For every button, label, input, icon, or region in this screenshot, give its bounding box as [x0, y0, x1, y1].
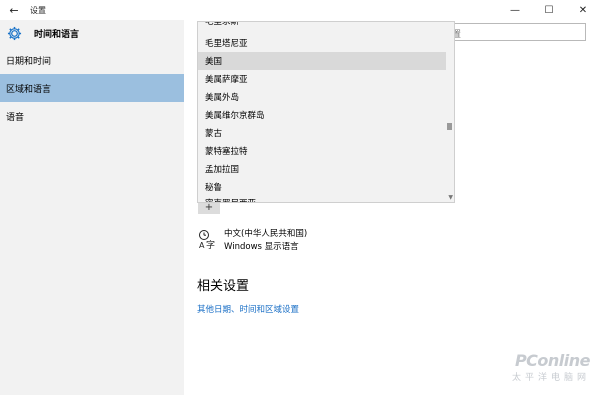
- gear-icon: [6, 25, 22, 41]
- dropdown-option-selected[interactable]: 美国: [198, 52, 446, 70]
- dropdown-option[interactable]: 蒙特塞拉特: [198, 142, 446, 160]
- language-name[interactable]: 中文(中华人民共和国): [224, 227, 307, 239]
- dropdown-option[interactable]: 毛里塔尼亚: [198, 34, 446, 52]
- sidebar: 时间和语言 日期和时间 区域和语言 语音: [0, 20, 184, 395]
- related-settings-heading: 相关设置: [197, 279, 250, 294]
- sidebar-item-date-time[interactable]: 日期和时间: [0, 46, 184, 74]
- dropdown-option[interactable]: 蒙古: [198, 124, 446, 142]
- sidebar-item-region-language[interactable]: 区域和语言: [0, 74, 184, 102]
- related-settings-link[interactable]: 其他日期、时间和区域设置: [197, 303, 299, 315]
- sidebar-nav: 日期和时间 区域和语言 语音: [0, 46, 184, 130]
- sidebar-item-speech[interactable]: 语音: [0, 102, 184, 130]
- dropdown-option[interactable]: 美属萨摩亚: [198, 70, 446, 88]
- minimize-button[interactable]: —: [498, 0, 532, 20]
- language-subtitle: Windows 显示语言: [224, 242, 299, 252]
- dropdown-option[interactable]: 美属外岛: [198, 88, 446, 106]
- dropdown-option[interactable]: 孟加拉国: [198, 160, 446, 178]
- maximize-button[interactable]: ☐: [532, 0, 566, 20]
- window-title: 设置: [30, 5, 46, 15]
- watermark: PConline 太平洋电脑网: [511, 351, 591, 383]
- dropdown-option[interactable]: 美属维尔京群岛: [198, 106, 446, 124]
- watermark-logo: PConline: [514, 351, 591, 370]
- svg-text:A: A: [199, 241, 205, 249]
- dropdown-option[interactable]: 密克罗尼西亚: [198, 194, 446, 202]
- country-dropdown-list[interactable]: 毛里求斯 毛里塔尼亚 美国 美属萨摩亚 美属外岛 美属维尔京群岛 蒙古 蒙特塞拉…: [197, 21, 455, 203]
- sidebar-title: 时间和语言: [34, 29, 80, 40]
- scroll-down-arrow-icon[interactable]: ▼: [448, 194, 453, 201]
- language-icon: A 字: [198, 229, 218, 251]
- back-arrow-icon[interactable]: ←: [0, 0, 28, 20]
- window-controls: — ☐ ✕: [498, 0, 600, 20]
- dropdown-scrollbar-thumb[interactable]: [447, 123, 452, 130]
- dropdown-option[interactable]: 毛里求斯: [198, 22, 446, 30]
- close-button[interactable]: ✕: [566, 0, 600, 20]
- title-bar: ← 设置 — ☐ ✕: [0, 0, 600, 20]
- svg-text:字: 字: [206, 239, 215, 249]
- sidebar-header: 时间和语言: [0, 20, 184, 46]
- dropdown-scrollbar[interactable]: [447, 26, 453, 202]
- watermark-subtitle: 太平洋电脑网: [511, 373, 590, 383]
